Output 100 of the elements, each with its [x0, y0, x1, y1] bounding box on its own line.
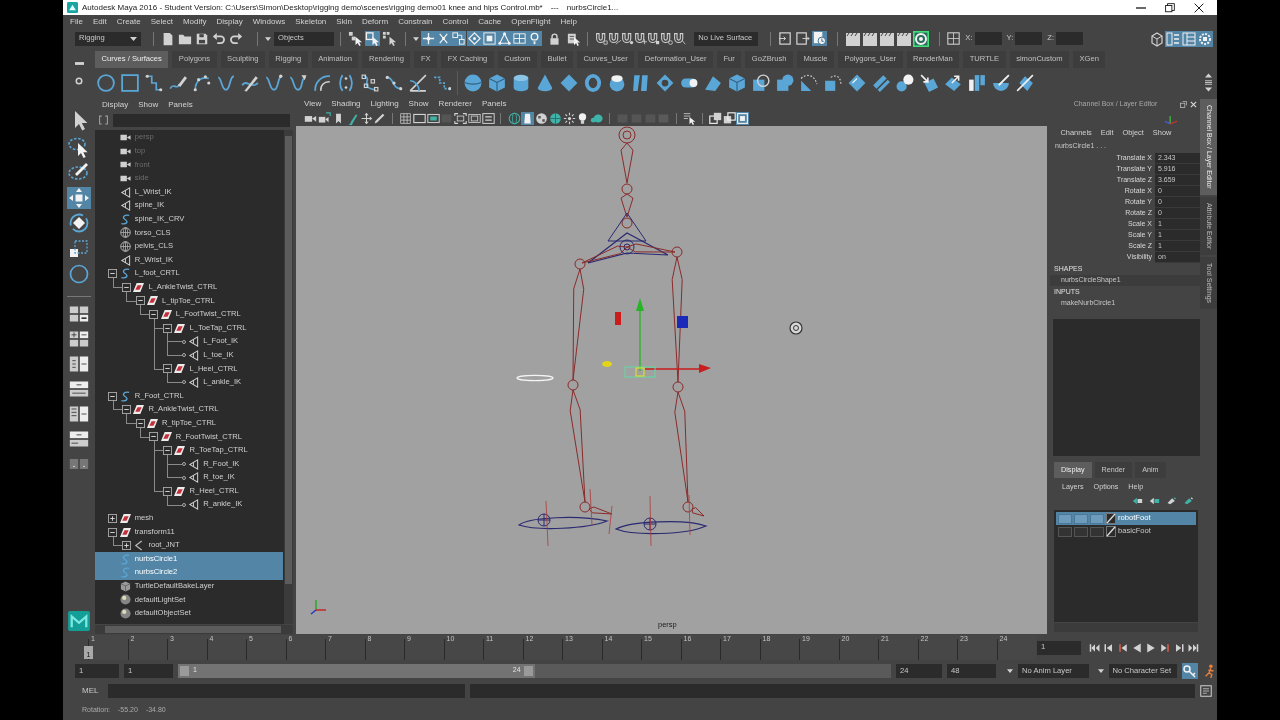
move-manipulator-drawing[interactable]: [602, 298, 711, 378]
square-icon[interactable]: [121, 73, 139, 92]
arrow-tile-icon[interactable]: [920, 73, 938, 92]
angle-icon[interactable]: [409, 73, 427, 92]
menu-item[interactable]: Display: [97, 99, 134, 110]
camera-arrow-icon[interactable]: [318, 112, 332, 125]
layer-arrow-icon[interactable]: [1149, 496, 1160, 505]
minus-box-icon[interactable]: [108, 269, 118, 279]
menu-item[interactable]: Show: [403, 99, 434, 109]
cross-arrows-icon[interactable]: [359, 112, 373, 125]
wireframe-sphere-icon[interactable]: [507, 112, 521, 125]
bracket-icon[interactable]: [337, 73, 355, 92]
magnet-icon[interactable]: [660, 32, 674, 45]
clapperboard-icon[interactable]: [862, 30, 879, 47]
menu-item[interactable]: Display: [211, 17, 248, 27]
plus-box-icon[interactable]: [122, 541, 132, 551]
layer-toggle[interactable]: [1090, 526, 1104, 537]
range-slider-bar[interactable]: [178, 664, 535, 678]
lock-icon[interactable]: [548, 31, 562, 46]
capped-sphere-icon[interactable]: [608, 73, 626, 92]
diamond-icon[interactable]: [560, 73, 578, 92]
handle-bar-icon[interactable]: [74, 62, 84, 65]
menu-item[interactable]: Modify: [177, 17, 212, 27]
scroll-down-icon[interactable]: [1205, 87, 1212, 92]
panel-layout-icon[interactable]: [1181, 30, 1197, 47]
step-back-frame-icon[interactable]: [1117, 641, 1129, 654]
step-back-key-icon[interactable]: [1103, 641, 1115, 654]
menu-item[interactable]: Select: [145, 17, 178, 27]
skip-to-end-icon[interactable]: [1187, 641, 1199, 654]
framed-rectangle-icon[interactable]: [426, 112, 440, 125]
wave-curve-icon[interactable]: [265, 73, 283, 92]
document-icon[interactable]: [161, 31, 175, 46]
script-editor-icon[interactable]: [1200, 685, 1213, 697]
clapperboard-icon[interactable]: [896, 30, 913, 47]
pane-layout-icon[interactable]: [69, 405, 89, 423]
component-select-icon[interactable]: [382, 31, 397, 46]
minimize-icon[interactable]: [1136, 6, 1146, 9]
layer-arrow-icon[interactable]: [1132, 496, 1143, 505]
coordinate-field[interactable]: [974, 32, 1002, 45]
step-forward-frame-icon[interactable]: [1159, 641, 1171, 654]
menu-item[interactable]: Skeleton: [290, 17, 332, 27]
magnet-icon[interactable]: [608, 32, 622, 45]
frame-icon[interactable]: [412, 112, 426, 125]
minus-box-icon[interactable]: [163, 364, 173, 374]
minus-box-icon[interactable]: [163, 323, 173, 333]
menu-item[interactable]: Help: [555, 17, 582, 27]
object-select-icon[interactable]: [365, 31, 380, 46]
overlapping-windows-icon[interactable]: [708, 112, 722, 125]
menu-item[interactable]: Lighting: [365, 99, 404, 109]
magnet-icon[interactable]: [634, 32, 648, 45]
move-tool-icon[interactable]: [66, 186, 92, 209]
square-circle-icon[interactable]: [752, 73, 770, 92]
minus-box-icon[interactable]: [163, 486, 173, 496]
magnet-icon[interactable]: [647, 32, 661, 45]
checker-sphere-icon[interactable]: [535, 112, 549, 125]
scroll-up-icon[interactable]: [1205, 73, 1212, 78]
pane-layout-icon[interactable]: [69, 430, 89, 448]
caret-icon[interactable]: [413, 36, 419, 41]
globe-icon[interactable]: [548, 112, 562, 125]
range-handle[interactable]: [180, 666, 190, 676]
pencil-icon[interactable]: [1183, 496, 1194, 505]
paired-spheres-icon[interactable]: [896, 73, 914, 92]
hierarchy-select-icon[interactable]: [348, 31, 363, 46]
clapperboard-icon[interactable]: [879, 30, 896, 47]
menu-item[interactable]: Windows: [247, 17, 291, 27]
command-input-field[interactable]: [108, 684, 466, 698]
menu-item[interactable]: Control: [437, 17, 474, 27]
slanted-bars-icon[interactable]: [632, 73, 650, 92]
minus-box-icon[interactable]: [108, 527, 118, 537]
menu-item[interactable]: File: [65, 17, 88, 27]
layer-toggle[interactable]: [1074, 513, 1088, 524]
menu-item[interactable]: Panels: [476, 99, 512, 109]
layer-toggle[interactable]: [1058, 526, 1072, 537]
menu-item[interactable]: Edit: [87, 17, 112, 27]
grid-window-icon[interactable]: [947, 32, 961, 45]
corner-frame-icon[interactable]: [454, 112, 468, 125]
dotted-square-icon[interactable]: [824, 73, 842, 92]
float-window-icon[interactable]: [1180, 100, 1187, 108]
panel-layout-icon[interactable]: [1165, 30, 1181, 47]
torus-icon[interactable]: [584, 73, 602, 92]
filter-icon[interactable]: [99, 115, 108, 125]
cone-icon[interactable]: [536, 73, 554, 92]
pane-layout-icon[interactable]: [69, 305, 89, 323]
slashed-tile-icon[interactable]: [1016, 73, 1034, 92]
menu-item[interactable]: Cache: [473, 17, 507, 27]
play-forward-icon[interactable]: [1145, 641, 1157, 654]
nested-frame-icon[interactable]: [468, 112, 481, 125]
menu-item[interactable]: OpenFlight: [506, 17, 556, 27]
ring-icon[interactable]: [75, 77, 83, 85]
caret-icon[interactable]: [1007, 669, 1014, 673]
minus-box-icon[interactable]: [149, 310, 159, 319]
trapezoid-icon[interactable]: [521, 112, 535, 125]
selection-mask-icon[interactable]: [451, 31, 467, 46]
minus-box-icon[interactable]: [135, 296, 145, 306]
undo-arrow-icon[interactable]: [212, 31, 226, 46]
layer-color-swatch-icon[interactable]: [1106, 513, 1116, 524]
bars-icon[interactable]: [968, 73, 986, 92]
clock-document-icon[interactable]: [812, 31, 828, 46]
shelf-list-icon[interactable]: [1205, 80, 1212, 85]
stepped-curve-icon[interactable]: [145, 73, 163, 92]
